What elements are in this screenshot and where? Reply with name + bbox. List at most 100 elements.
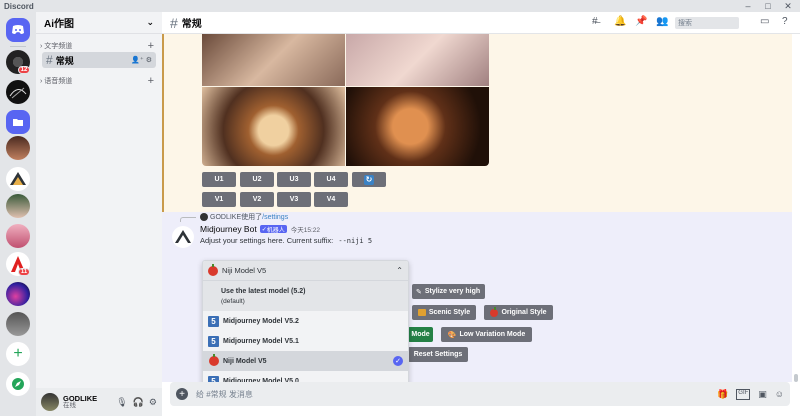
variation-button-3[interactable]: V3 — [277, 192, 311, 207]
folder-icon[interactable] — [6, 110, 30, 134]
apple-icon — [208, 263, 218, 276]
reset-settings-button[interactable]: Reset Settings — [408, 347, 468, 362]
server-avatar[interactable] — [6, 167, 30, 191]
image-tile[interactable] — [346, 87, 489, 166]
server-avatar[interactable] — [6, 80, 30, 104]
author-name[interactable]: Midjourney Bot — [200, 224, 257, 234]
bell-icon[interactable]: 🔔 — [614, 16, 626, 27]
gif-icon[interactable]: GIF — [736, 388, 751, 400]
server-avatar[interactable] — [6, 282, 30, 306]
model-option-selected[interactable]: Niji Model V5 ✓ — [203, 351, 408, 371]
apple-icon — [490, 306, 499, 317]
bot-label: 机器人 — [266, 227, 285, 234]
image-tile[interactable] — [202, 87, 345, 166]
microphone-icon[interactable]: 🎙 — [116, 397, 127, 408]
model-option[interactable]: 5 Midjourney Model V5.1 — [203, 331, 408, 351]
channel-title: 常规 — [181, 19, 202, 30]
model-option[interactable]: Use the latest model (5.2) (default) — [203, 281, 408, 311]
variation-button-1[interactable]: V1 — [202, 192, 236, 207]
scrollbar[interactable] — [794, 374, 798, 382]
guild-header[interactable]: Ai作图 ⌄ — [36, 12, 162, 34]
palette-icon: 🎨 — [447, 331, 457, 339]
category-text[interactable]: › 文字频道 + — [36, 40, 162, 52]
mode-button[interactable]: Mode — [408, 327, 433, 342]
guild-name: Ai作图 — [44, 19, 74, 30]
variation-button-4[interactable]: V4 — [314, 192, 348, 207]
upscale-button-2[interactable]: U2 — [240, 172, 274, 187]
message-input[interactable]: 给 #常规 发消息 — [196, 389, 253, 400]
maximize-icon[interactable]: □ — [758, 0, 778, 12]
minimize-icon[interactable]: – — [738, 0, 758, 12]
reply-username[interactable]: GODLIKE — [210, 214, 241, 221]
explore-icon[interactable] — [6, 372, 30, 396]
avatar[interactable] — [172, 226, 194, 248]
refresh-icon: ↻ — [364, 174, 374, 185]
version-5-icon: 5 — [208, 315, 219, 327]
bot-badge: ✓ 机器人 — [259, 225, 287, 234]
variation-button-2[interactable]: V2 — [240, 192, 274, 207]
model-select-dropdown[interactable]: Niji Model V5 ⌃ Use the latest model (5.… — [202, 260, 409, 392]
threads-icon[interactable]: #̶ — [592, 16, 598, 27]
apple-icon — [209, 354, 219, 366]
sticker-icon[interactable]: ▣ — [758, 389, 767, 400]
reply-text: 使用了 — [241, 214, 263, 221]
stylize-very-high-button[interactable]: ✎ Stylize very high — [412, 284, 485, 299]
channel-label: 常规 — [55, 55, 74, 66]
gear-icon[interactable]: ⚙ — [146, 57, 152, 64]
image-tile[interactable] — [346, 34, 489, 86]
model-option[interactable]: 5 Midjourney Model V5.2 — [203, 311, 408, 331]
hash-icon: # — [46, 53, 53, 67]
headphones-icon[interactable]: 🎧 — [133, 397, 144, 408]
brush-icon: ✎ — [416, 288, 422, 296]
server-avatar[interactable] — [6, 194, 30, 218]
upscale-button-3[interactable]: U3 — [277, 172, 311, 187]
image-tile[interactable] — [202, 34, 345, 86]
generated-image-grid[interactable] — [202, 34, 489, 166]
inbox-icon[interactable]: ▭ — [760, 16, 769, 27]
chevron-down-icon: ⌄ — [146, 17, 154, 27]
rail-divider — [10, 46, 26, 47]
upscale-button-1[interactable]: U1 — [202, 172, 236, 187]
close-icon[interactable]: ✕ — [778, 0, 798, 12]
add-attachment-icon[interactable]: + — [176, 388, 188, 400]
settings-message: GODLIKE 使用了 /settings Midjourney Bot ✓ 机器… — [162, 212, 792, 392]
invite-icon[interactable]: 👤⁺ — [131, 57, 143, 64]
gear-icon[interactable]: ⚙ — [149, 397, 157, 408]
help-icon[interactable]: ? — [782, 16, 788, 27]
title-bar: Discord – □ ✕ — [0, 0, 800, 12]
user-status: 在线 — [63, 401, 76, 409]
channel-item-general[interactable]: # 常规 👤⁺ ⚙ — [42, 52, 156, 68]
pin-icon[interactable]: 📌 — [635, 16, 647, 27]
scenic-style-button[interactable]: Scenic Style — [412, 305, 476, 320]
upscale-button-4[interactable]: U4 — [314, 172, 348, 187]
server-avatar[interactable] — [6, 224, 30, 248]
reroll-button[interactable]: ↻ — [352, 172, 386, 187]
category-label: 语音频道 — [44, 78, 73, 85]
model-select-current[interactable]: Niji Model V5 ⌃ — [203, 261, 408, 281]
suffix-code: --niji 5 — [338, 237, 373, 245]
server-avatar[interactable] — [6, 136, 30, 160]
category-voice[interactable]: › 语音频道 + — [36, 75, 162, 87]
add-channel-icon[interactable]: + — [148, 75, 154, 87]
gift-icon[interactable]: 🎁 — [717, 389, 728, 400]
server-avatar[interactable] — [6, 312, 30, 336]
emoji-icon[interactable]: ☺ — [775, 389, 784, 400]
server-list: 12 11 + — [0, 12, 36, 416]
channel-sidebar: Ai作图 ⌄ › 文字频道 + # 常规 👤⁺ ⚙ › 语音频道 + GODLI… — [36, 12, 162, 416]
members-icon[interactable]: 👥 — [656, 16, 668, 27]
original-style-button[interactable]: Original Style — [484, 305, 553, 320]
reply-command[interactable]: /settings — [262, 214, 288, 221]
low-variation-mode-button[interactable]: 🎨 Low Variation Mode — [441, 327, 532, 342]
avatar[interactable] — [41, 393, 59, 411]
category-label: 文字频道 — [44, 43, 73, 50]
discord-home-icon[interactable] — [6, 18, 30, 42]
message-composer[interactable]: + 给 #常规 发消息 🎁 GIF ▣ ☺ — [170, 382, 790, 406]
add-channel-icon[interactable]: + — [148, 40, 154, 52]
avatar — [200, 213, 208, 221]
landscape-icon — [417, 309, 426, 316]
chevron-up-icon: ⌃ — [396, 266, 403, 275]
search-input[interactable]: 搜索 — [675, 17, 739, 29]
window-title: Discord — [4, 1, 34, 11]
hash-icon: # — [170, 14, 178, 31]
add-server-icon[interactable]: + — [6, 342, 30, 366]
